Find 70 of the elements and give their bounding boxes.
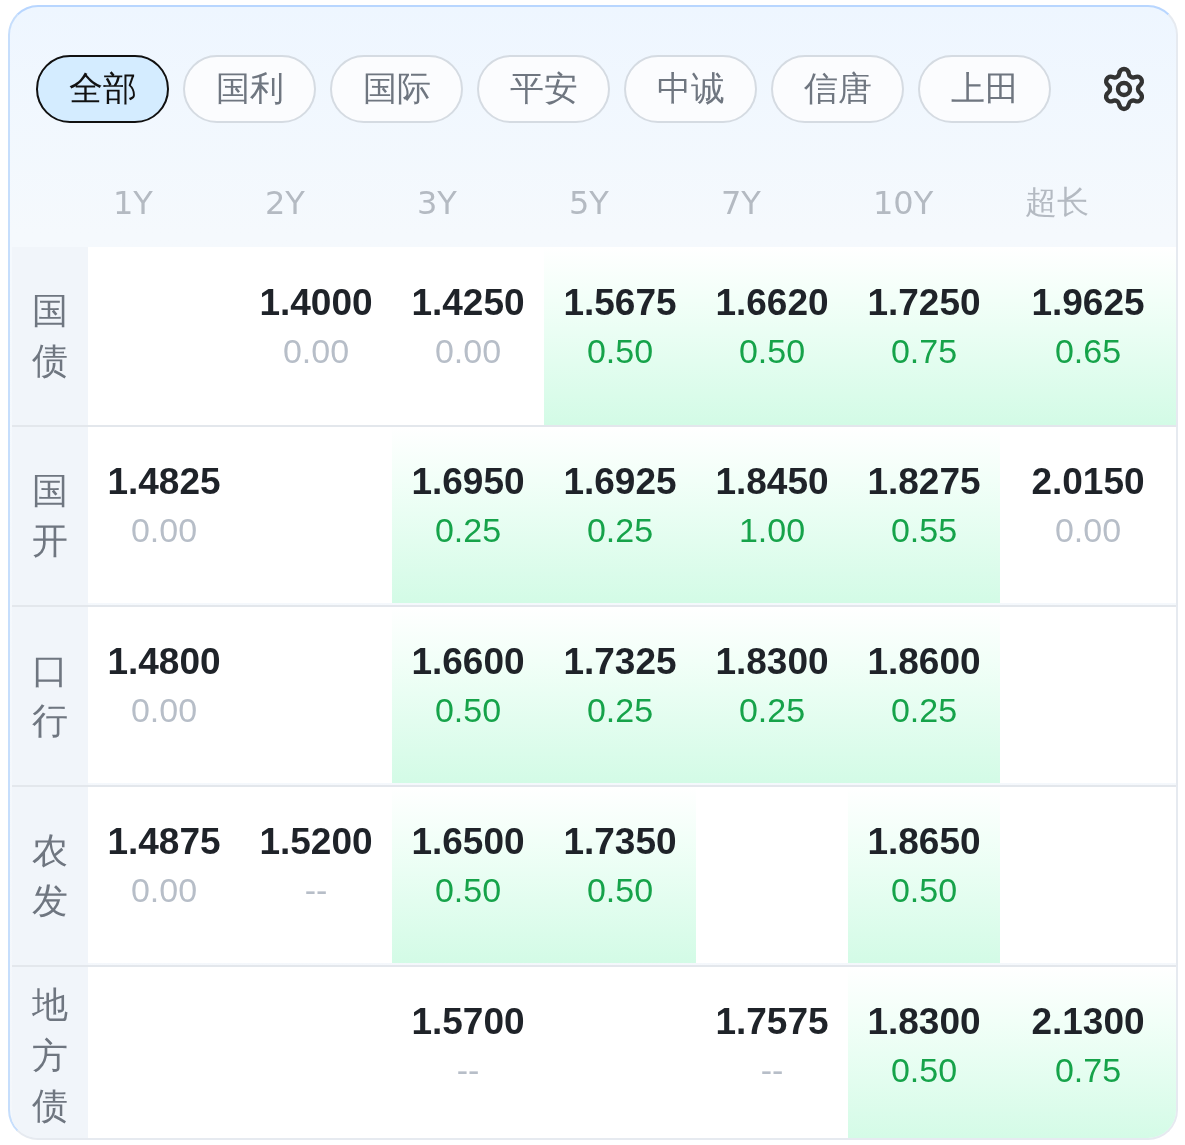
row-label: 口行	[12, 605, 88, 785]
filter-tab[interactable]: 中诚	[624, 55, 757, 123]
price-text: 1.5200	[259, 820, 373, 863]
price-text: 1.7575	[715, 1000, 829, 1043]
price-text: 1.4250	[411, 281, 525, 324]
filter-tab[interactable]: 上田	[918, 55, 1051, 123]
filter-tab[interactable]: 信唐	[771, 55, 904, 123]
column-header: 5Y	[568, 183, 610, 224]
change-text: 0.50	[434, 690, 502, 730]
price-text: 1.7325	[563, 640, 677, 683]
price-text: 1.4825	[107, 460, 221, 503]
change-text: 0.25	[586, 690, 654, 730]
price-text: 1.6950	[411, 460, 525, 503]
price-text: 1.9625	[1031, 281, 1145, 324]
change-text: 0.55	[890, 510, 958, 550]
filter-tab[interactable]: 全部	[36, 55, 169, 123]
change-text: 0.50	[738, 331, 806, 371]
change-text: --	[760, 1050, 784, 1090]
price-text: 1.7350	[563, 820, 677, 863]
change-text: 0.00	[130, 510, 198, 550]
change-text: 0.00	[130, 870, 198, 910]
price-text: 1.8300	[867, 1000, 981, 1043]
change-text: 0.75	[1054, 1050, 1122, 1090]
price-text: 1.6620	[715, 281, 829, 324]
price-text: 1.8650	[867, 820, 981, 863]
price-text: 1.4000	[259, 281, 373, 324]
price-text: 1.6500	[411, 820, 525, 863]
price-text: 1.8275	[867, 460, 981, 503]
price-text: 1.4875	[107, 820, 221, 863]
filter-tab[interactable]: 平安	[477, 55, 610, 123]
change-text: 0.65	[1054, 331, 1122, 371]
filter-tab[interactable]: 国际	[330, 55, 463, 123]
column-header: 7Y	[720, 183, 762, 224]
column-header: 10Y	[872, 183, 935, 224]
price-text: 2.0150	[1031, 460, 1145, 503]
change-text: --	[304, 870, 328, 910]
change-text: 0.50	[586, 331, 654, 371]
change-text: 0.50	[434, 870, 502, 910]
change-text: 0.50	[890, 870, 958, 910]
change-text: 0.50	[890, 1050, 958, 1090]
change-text: 0.25	[738, 690, 806, 730]
price-text: 1.8300	[715, 640, 829, 683]
price-text: 1.8450	[715, 460, 829, 503]
change-text: 0.00	[1054, 510, 1122, 550]
column-header: 超长	[1024, 182, 1090, 223]
price-text: 1.5675	[563, 281, 677, 324]
column-header: 3Y	[416, 183, 458, 224]
change-text: 0.00	[282, 331, 350, 371]
price-text: 1.5700	[411, 1000, 525, 1043]
price-text: 1.4800	[107, 640, 221, 683]
change-text: 1.00	[738, 510, 806, 550]
change-text: --	[456, 1050, 480, 1090]
change-text: 0.00	[130, 690, 198, 730]
change-text: 0.25	[586, 510, 654, 550]
filter-tab[interactable]: 国利	[183, 55, 316, 123]
change-text: 0.25	[434, 510, 502, 550]
change-text: 0.50	[586, 870, 654, 910]
change-text: 0.00	[434, 331, 502, 371]
column-header: 2Y	[264, 183, 306, 224]
row-label: 国债	[12, 247, 88, 425]
change-text: 0.25	[890, 690, 958, 730]
price-text: 1.6600	[411, 640, 525, 683]
row-label: 农发	[12, 785, 88, 965]
price-text: 1.8600	[867, 640, 981, 683]
price-text: 2.1300	[1031, 1000, 1145, 1043]
change-text: 0.75	[890, 331, 958, 371]
column-header: 1Y	[112, 183, 154, 224]
price-text: 1.7250	[867, 281, 981, 324]
row-label: 国开	[12, 425, 88, 605]
price-text: 1.6925	[563, 460, 677, 503]
